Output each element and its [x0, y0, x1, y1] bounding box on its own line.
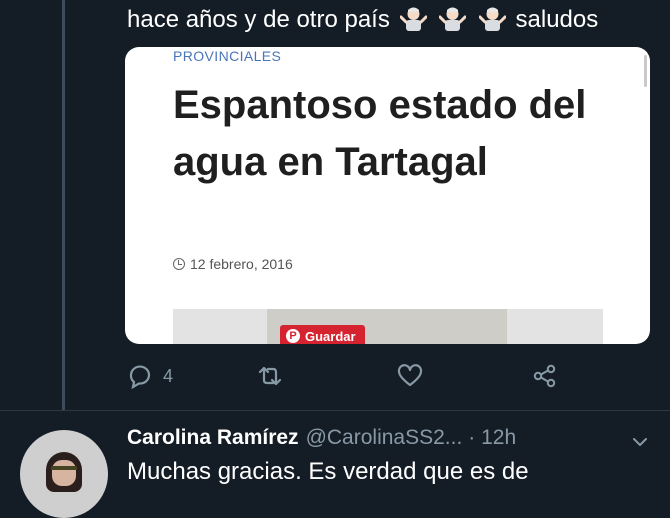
- reply-author-row: Carolina Ramírez @CarolinaSS2... · 12h: [127, 426, 657, 456]
- retweet-button[interactable]: [257, 363, 293, 389]
- avatar[interactable]: [20, 430, 108, 518]
- heart-icon: [397, 364, 423, 387]
- share-button[interactable]: [532, 363, 558, 389]
- author-name[interactable]: Carolina Ramírez: [127, 426, 299, 450]
- avatar-glasses: [51, 466, 77, 470]
- reply-tweet-text: Muchas gracias. Es verdad que es de: [127, 458, 529, 485]
- share-icon: [533, 364, 556, 388]
- person-shrugging-emoji-icon: [399, 7, 427, 31]
- person-shrugging-emoji-icon: [478, 7, 506, 31]
- person-shrugging-emoji-icon: [439, 7, 467, 31]
- tweet-text-before: hace años y de otro país: [127, 6, 390, 33]
- tweet-text-after: saludos: [515, 6, 599, 33]
- like-button[interactable]: [397, 363, 433, 389]
- pinterest-save-label: Guardar: [305, 328, 356, 344]
- thread-line: [62, 0, 65, 410]
- retweet-icon: [258, 366, 282, 386]
- card-category: PROVINCIALES: [173, 48, 282, 64]
- reply-icon: [129, 365, 151, 389]
- reply-button[interactable]: 4: [127, 363, 173, 389]
- card-date: 12 febrero, 2016: [173, 256, 293, 272]
- card-date-text: 12 febrero, 2016: [190, 256, 293, 272]
- reply-count: 4: [163, 365, 174, 386]
- card-scrollbar[interactable]: [644, 55, 647, 87]
- tweet-time[interactable]: · 12h: [468, 426, 516, 450]
- tweet-divider: [0, 410, 670, 411]
- chevron-down-icon[interactable]: [632, 434, 648, 450]
- avatar-face: [52, 460, 76, 486]
- author-handle[interactable]: @CarolinaSS2...: [306, 426, 463, 450]
- clock-icon: [173, 258, 185, 270]
- card-headline: Espantoso estado del agua en Tartagal: [173, 83, 587, 184]
- card-photo: [173, 309, 603, 344]
- link-preview-card[interactable]: PROVINCIALES Espantoso estado del agua e…: [125, 47, 650, 344]
- pinterest-icon: P: [286, 329, 300, 343]
- tweet-actions: 4: [0, 363, 670, 393]
- pinterest-save-button[interactable]: P Guardar: [280, 325, 365, 344]
- tweet-text: hace años y de otro país saludos: [127, 4, 598, 36]
